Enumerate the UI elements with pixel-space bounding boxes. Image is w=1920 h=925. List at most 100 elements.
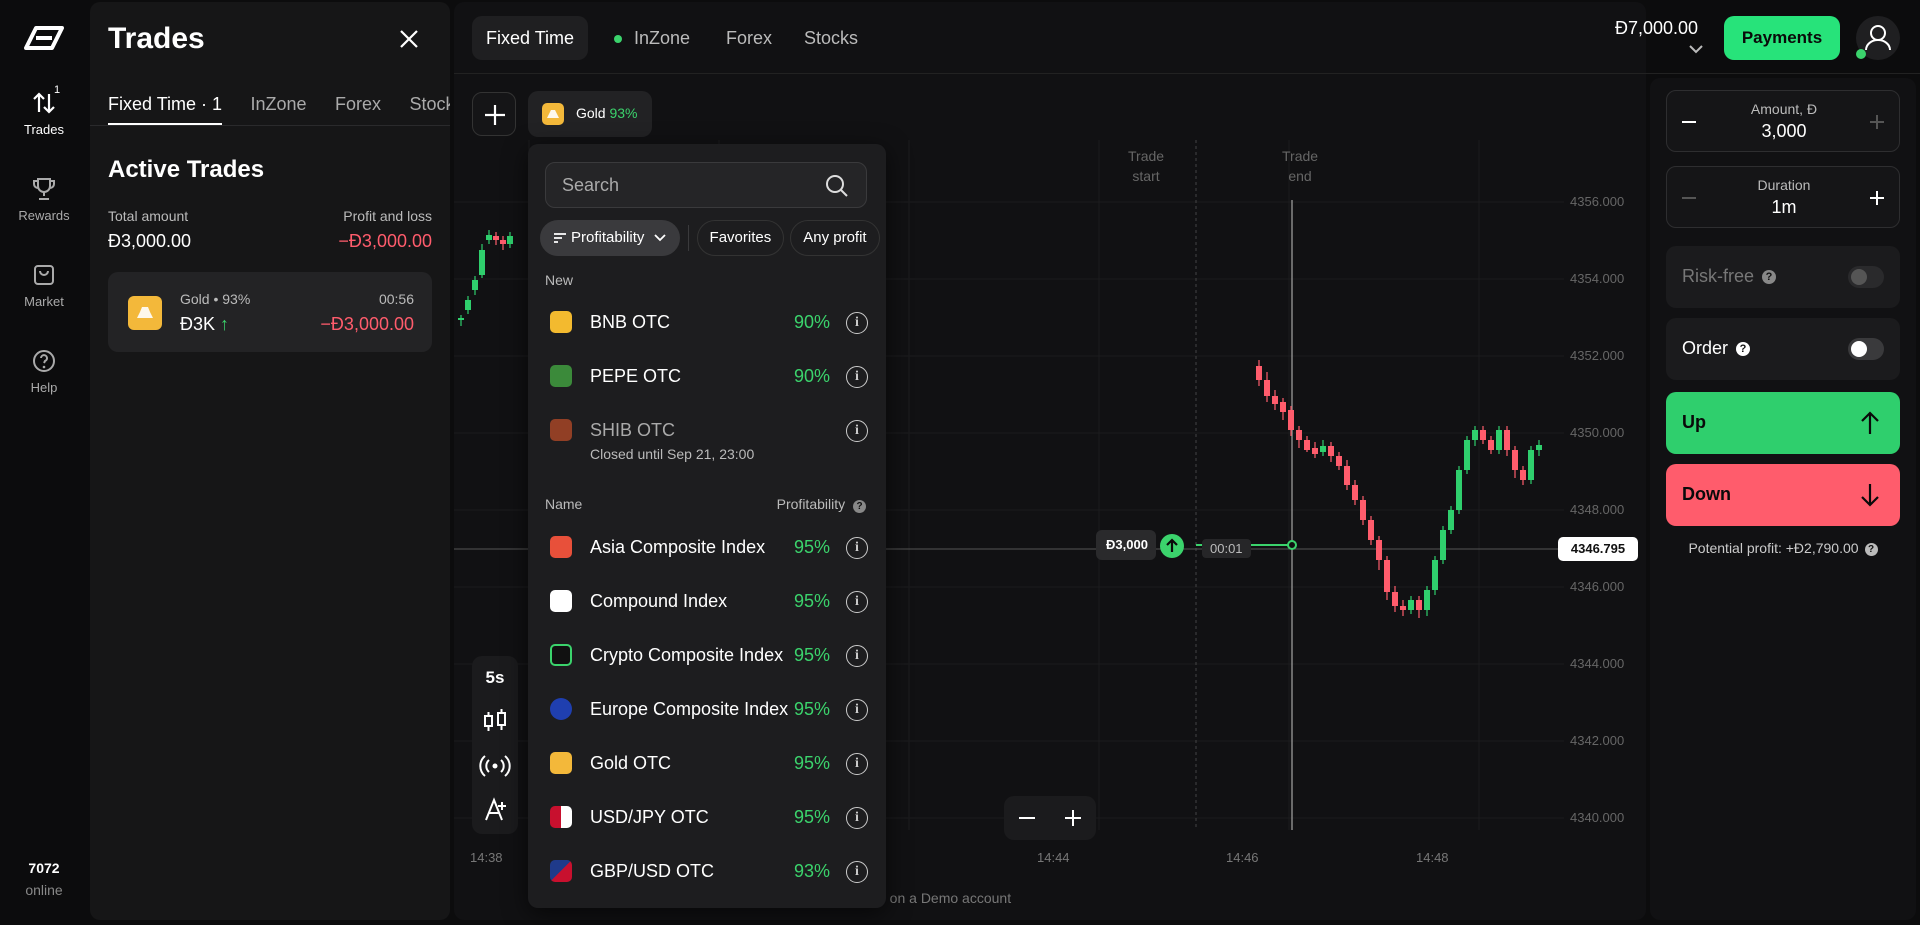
- candle-body: [1424, 590, 1430, 610]
- help-icon: [33, 350, 55, 372]
- filter-separator: [687, 225, 689, 251]
- tab-forex-top[interactable]: Forex: [712, 16, 786, 60]
- info-icon[interactable]: i: [846, 312, 868, 334]
- list-item[interactable]: BNB OTC 90% i: [528, 296, 886, 350]
- plus-icon[interactable]: [1865, 186, 1889, 210]
- list-item[interactable]: Crypto Composite Index 95% i: [528, 629, 886, 683]
- info-icon[interactable]: i: [846, 420, 868, 442]
- trades-badge: 1: [54, 84, 61, 96]
- drawing-tools-button[interactable]: [472, 788, 518, 832]
- demo-account-note: e on a Demo account: [878, 890, 1012, 906]
- filter-label: Profitability: [571, 229, 645, 246]
- logo-icon[interactable]: [22, 24, 66, 52]
- candle-body: [1368, 520, 1374, 540]
- shib-icon: [550, 419, 572, 441]
- nav-item-market[interactable]: Market: [0, 262, 88, 309]
- pl-label: Profit and loss: [343, 208, 432, 224]
- nav-item-help[interactable]: Help: [0, 348, 88, 395]
- nav-item-rewards[interactable]: Rewards: [0, 176, 88, 223]
- signals-button[interactable]: [472, 744, 518, 788]
- online-status-dot: [1856, 49, 1866, 59]
- tab-inzone-top[interactable]: InZone: [600, 16, 704, 60]
- amount-field[interactable]: Amount, Đ 3,000: [1666, 90, 1900, 152]
- usd-jpy-flag-icon: [550, 806, 572, 828]
- trade-end-dot: [1287, 540, 1297, 550]
- list-item[interactable]: Asia Composite Index 95% i: [528, 521, 886, 575]
- close-icon[interactable]: [396, 26, 422, 52]
- trades-tabs: Fixed Time · 1 InZone Forex Stocks: [108, 94, 450, 126]
- list-item[interactable]: USD/JPY OTC 95% i: [528, 791, 886, 845]
- drawing-icon: [485, 797, 506, 821]
- filter-any-profit[interactable]: Any profit: [790, 220, 880, 256]
- add-chart-button[interactable]: [472, 92, 516, 136]
- candle-body: [1440, 530, 1446, 560]
- tab-stocks-top[interactable]: Stocks: [790, 16, 872, 60]
- info-icon[interactable]: i: [846, 645, 868, 667]
- candle-body: [1392, 592, 1398, 606]
- info-icon[interactable]: i: [846, 366, 868, 388]
- account-balance[interactable]: Đ7,000.00: [1615, 18, 1698, 39]
- info-icon[interactable]: i: [846, 861, 868, 883]
- top-bar: Fixed Time InZone Forex Stocks: [454, 0, 1920, 74]
- risk-free-toggle[interactable]: [1848, 266, 1884, 288]
- tab-fixed-time[interactable]: Fixed Time · 1: [108, 94, 223, 125]
- nav-item-trades[interactable]: 1 Trades: [0, 84, 88, 137]
- question-icon[interactable]: ?: [1864, 542, 1878, 556]
- duration-field[interactable]: Duration 1m: [1666, 166, 1900, 228]
- order-toggle[interactable]: [1848, 338, 1884, 360]
- list-item[interactable]: Europe Composite Index 95% i: [528, 683, 886, 737]
- search-box: [545, 162, 867, 208]
- info-icon[interactable]: i: [846, 591, 868, 613]
- asset-name: GBP/USD OTC: [590, 861, 715, 881]
- asset-name: Europe Composite Index: [590, 699, 789, 719]
- question-icon[interactable]: ?: [1762, 270, 1777, 285]
- candle-body: [1496, 430, 1502, 450]
- list-item[interactable]: PEPE OTC 90% i: [528, 350, 886, 404]
- online-counter: 7072 online: [0, 860, 88, 898]
- filter-favorites[interactable]: Favorites: [696, 220, 785, 256]
- trade-timer: 00:01: [1202, 539, 1251, 558]
- chevron-down-icon[interactable]: [1688, 44, 1704, 54]
- question-icon[interactable]: ?: [1736, 342, 1751, 357]
- asset-profit: 95%: [794, 645, 831, 665]
- trade-marker[interactable]: Đ3,000: [1096, 530, 1156, 560]
- candle-body: [1488, 440, 1494, 450]
- zoom-in-button[interactable]: [1050, 796, 1096, 840]
- asset-profit: 95%: [794, 753, 831, 773]
- tab-stocks[interactable]: Stocks: [409, 94, 450, 123]
- up-button[interactable]: Up: [1666, 392, 1900, 454]
- timeframe-button[interactable]: 5s: [472, 656, 518, 700]
- search-input[interactable]: [562, 163, 812, 207]
- chart-type-button[interactable]: [472, 700, 518, 744]
- tab-forex[interactable]: Forex: [335, 94, 381, 123]
- info-icon[interactable]: i: [846, 807, 868, 829]
- active-trade-card[interactable]: Gold • 93% Đ3K ↑ 00:56 −Đ3,000.00: [108, 272, 432, 352]
- total-amount-label: Total amount: [108, 208, 189, 224]
- list-item[interactable]: SHIB OTC Closed until Sep 21, 23:00 i: [528, 404, 886, 474]
- timeframe-label: 5s: [485, 668, 505, 687]
- zoom-out-button[interactable]: [1004, 796, 1050, 840]
- sort-icon: [554, 233, 566, 243]
- x-tick: 14:48: [1416, 850, 1449, 865]
- tab-inzone[interactable]: InZone: [250, 94, 306, 123]
- chevron-down-icon: [653, 234, 666, 242]
- info-icon[interactable]: i: [846, 537, 868, 559]
- live-dot-icon: [614, 35, 622, 44]
- list-item[interactable]: GBP/USD OTC 93% i: [528, 845, 886, 899]
- down-button[interactable]: Down: [1666, 464, 1900, 526]
- search-icon[interactable]: [824, 173, 850, 199]
- online-label: online: [25, 882, 63, 898]
- candle-body: [1328, 446, 1334, 456]
- info-icon[interactable]: i: [846, 753, 868, 775]
- list-item[interactable]: Gold OTC 95% i: [528, 737, 886, 791]
- list-item[interactable]: Compound Index 95% i: [528, 575, 886, 629]
- plus-icon[interactable]: [1865, 110, 1889, 134]
- y-tick: 4350.000: [1570, 425, 1625, 440]
- filter-profitability[interactable]: Profitability: [540, 220, 680, 256]
- asset-selector[interactable]: Gold 93%: [528, 91, 652, 137]
- info-icon[interactable]: i: [846, 699, 868, 721]
- payments-button[interactable]: Payments: [1724, 16, 1840, 60]
- asset-profit: 95%: [794, 807, 831, 827]
- candle-body: [479, 250, 485, 275]
- tab-fixed-time-top[interactable]: Fixed Time: [472, 16, 589, 60]
